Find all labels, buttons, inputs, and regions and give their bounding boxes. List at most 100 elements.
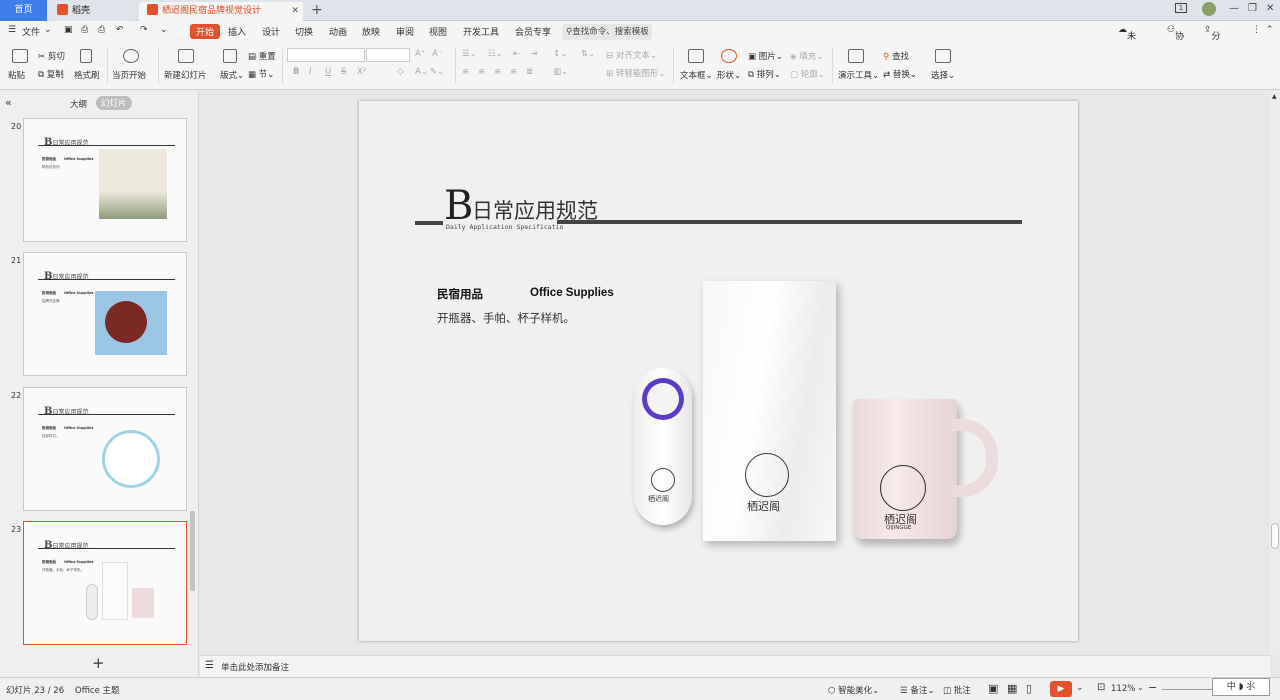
bold-icon[interactable]: B xyxy=(293,67,299,77)
clear-format-icon[interactable]: ◇ xyxy=(397,67,404,77)
zoom-out-icon[interactable]: − xyxy=(1148,681,1157,694)
command-search[interactable]: ⚲查找命令、搜索模板 xyxy=(562,24,652,40)
shape-button[interactable]: 形状⌄ xyxy=(717,69,741,81)
collab-button[interactable]: ⚇ 协作 xyxy=(1167,25,1184,55)
tab-daoke[interactable]: 稻壳 xyxy=(49,2,135,21)
replace-button[interactable]: ⇄ 替换⌄ xyxy=(883,68,917,80)
canvas-scroll-thumb[interactable] xyxy=(1271,523,1279,549)
menu-file[interactable]: 文件 xyxy=(22,25,40,38)
menu-review[interactable]: 审阅 xyxy=(396,25,414,38)
italic-icon[interactable]: I xyxy=(309,67,312,77)
tab-list-icon[interactable]: 1 xyxy=(1175,3,1187,13)
save-icon[interactable]: ▣ xyxy=(64,25,73,35)
tab-document[interactable]: 栖迟阁民宿品牌视觉设计vis.pptx ✕ xyxy=(139,2,303,35)
numbering-icon[interactable]: ☷⌄ xyxy=(488,49,503,59)
panel-scrollbar[interactable] xyxy=(190,511,195,591)
sorter-view-icon[interactable]: ▦ xyxy=(1007,682,1017,695)
section-button[interactable]: ▦ 节⌄ xyxy=(248,68,274,80)
collapse-panel-icon[interactable]: « xyxy=(5,96,12,109)
notes-button[interactable]: ☰ 备注⌄ xyxy=(900,684,934,696)
new-slide-icon[interactable] xyxy=(178,49,194,63)
play-dropdown-icon[interactable]: ⌄ xyxy=(1076,683,1084,693)
font-decrease-icon[interactable]: A⁻ xyxy=(432,49,442,59)
collapse-ribbon-icon[interactable]: ⌃ xyxy=(1266,25,1274,35)
align-text-button[interactable]: ⊟ 对齐文本⌄ xyxy=(606,49,657,61)
present-tools-button[interactable]: 演示工具⌄ xyxy=(838,69,879,81)
indent-decrease-icon[interactable]: ⇤ xyxy=(513,49,520,59)
zoom-dropdown-icon[interactable]: ⌄ xyxy=(1137,683,1144,692)
menu-insert[interactable]: 插入 xyxy=(228,25,246,38)
close-window-icon[interactable]: ✕ xyxy=(1266,3,1274,14)
find-button[interactable]: ⚲ 查找 xyxy=(883,50,909,62)
avatar[interactable] xyxy=(1202,2,1216,16)
unsync-button[interactable]: ☁ 未同步 xyxy=(1118,25,1136,68)
canvas-scroll-up-icon[interactable]: ▲ xyxy=(1272,93,1277,100)
columns-icon[interactable]: ▥⌄ xyxy=(553,67,568,77)
undo-icon[interactable]: ↶ xyxy=(116,25,124,35)
slide-thumbnail[interactable]: B日常应用规范 民宿用品 Office Supplies 招牌外挂牌 xyxy=(23,252,187,376)
slide-thumbnail[interactable]: B日常应用规范 民宿用品 Office Supplies 帆布包系列 xyxy=(23,118,187,242)
reset-button[interactable]: ▤ 重置 xyxy=(248,50,276,62)
outline-button[interactable]: ▢ 轮廓⌄ xyxy=(790,68,825,80)
justify-icon[interactable]: ≡ xyxy=(510,67,517,77)
copy-button[interactable]: ⧉ 复制 xyxy=(38,68,64,80)
normal-view-icon[interactable]: ▣ xyxy=(988,682,998,695)
text-direction-icon[interactable]: ⇅⌄ xyxy=(581,49,595,59)
underline-icon[interactable]: U xyxy=(325,67,331,77)
textbox-icon[interactable] xyxy=(688,49,704,63)
arrange-button[interactable]: ⧉ 排列⌄ xyxy=(748,68,781,80)
to-smartart-button[interactable]: ⊞ 转智能图形⌄ xyxy=(606,67,665,79)
file-dropdown-icon[interactable]: ⌄ xyxy=(44,25,52,35)
menu-icon[interactable]: ☰ xyxy=(8,25,16,35)
export-icon[interactable]: ⎙ xyxy=(81,25,88,35)
quick-access-more-icon[interactable]: ⌄ xyxy=(160,25,168,35)
slide-thumbnail[interactable]: B日常应用规范 民宿用品 Office Supplies 开瓶器、手帕、杯子样机。 xyxy=(23,521,187,645)
font-name-select[interactable] xyxy=(287,48,365,62)
bullets-icon[interactable]: ☰⌄ xyxy=(462,49,477,59)
more-icon[interactable]: ⋮ xyxy=(1252,25,1261,35)
beautify-button[interactable]: ⬡ 智能美化⌄ xyxy=(828,684,879,696)
menu-start[interactable]: 开始 xyxy=(190,24,221,39)
tab-home[interactable]: 首页 xyxy=(0,0,47,21)
close-tab-icon[interactable]: ✕ xyxy=(291,2,299,21)
ime-indicator[interactable]: 中 ◗ ⺢ xyxy=(1212,678,1270,696)
maximize-icon[interactable]: ❐ xyxy=(1248,3,1257,14)
share-button[interactable]: ⇪ 分享 xyxy=(1204,25,1221,55)
distribute-icon[interactable]: ≣ xyxy=(526,67,533,77)
reading-view-icon[interactable]: ▯ xyxy=(1026,682,1032,695)
indent-increase-icon[interactable]: ⇥ xyxy=(530,49,537,59)
strike-icon[interactable]: S xyxy=(341,67,346,77)
select-button[interactable]: 选择⌄ xyxy=(931,69,955,81)
menu-design[interactable]: 设计 xyxy=(262,25,280,38)
font-color-icon[interactable]: A⌄ xyxy=(415,67,428,77)
slide-thumbnail[interactable]: B日常应用规范 民宿用品 Office Supplies 挂钟样式。 xyxy=(23,387,187,511)
menu-devtools[interactable]: 开发工具 xyxy=(463,25,499,38)
image-button[interactable]: ▣ 图片⌄ xyxy=(748,50,783,62)
comment-button[interactable]: ◫ 批注 xyxy=(943,684,971,696)
superscript-icon[interactable]: X² xyxy=(357,67,366,77)
current-slide[interactable]: B 日常应用规范 Daily Application Specificatio … xyxy=(359,101,1078,641)
format-painter-button[interactable]: 格式刷 xyxy=(74,69,100,81)
align-right-icon[interactable]: ≡ xyxy=(494,67,501,77)
paste-button[interactable]: 粘贴 xyxy=(8,69,25,81)
layout-button[interactable]: 版式⌄ xyxy=(220,69,244,81)
zoom-level[interactable]: 112% xyxy=(1111,684,1135,694)
font-increase-icon[interactable]: A⁺ xyxy=(415,49,425,59)
fit-window-icon[interactable]: ⊡ xyxy=(1097,682,1105,693)
format-painter-icon[interactable] xyxy=(80,49,92,63)
new-tab-button[interactable]: + xyxy=(311,2,323,18)
paste-icon[interactable] xyxy=(12,49,28,63)
menu-member[interactable]: 会员专享 xyxy=(515,25,551,38)
menu-slideshow[interactable]: 放映 xyxy=(362,25,380,38)
new-slide-button[interactable]: 新建幻灯片 xyxy=(164,69,207,81)
present-tools-icon[interactable] xyxy=(848,49,864,63)
menu-view[interactable]: 视图 xyxy=(429,25,447,38)
print-icon[interactable]: ⎙ xyxy=(98,25,105,35)
menu-animation[interactable]: 动画 xyxy=(329,25,347,38)
from-current-button[interactable]: 当页开始 xyxy=(112,69,146,81)
canvas-scrollbar[interactable]: ▲ xyxy=(1270,91,1280,655)
fill-button[interactable]: ◈ 填充⌄ xyxy=(790,50,823,62)
cut-button[interactable]: ✂ 剪切 xyxy=(38,50,65,62)
textbox-button[interactable]: 文本框⌄ xyxy=(680,69,713,81)
notes-bar[interactable]: ☰ 单击此处添加备注 xyxy=(200,655,1270,677)
